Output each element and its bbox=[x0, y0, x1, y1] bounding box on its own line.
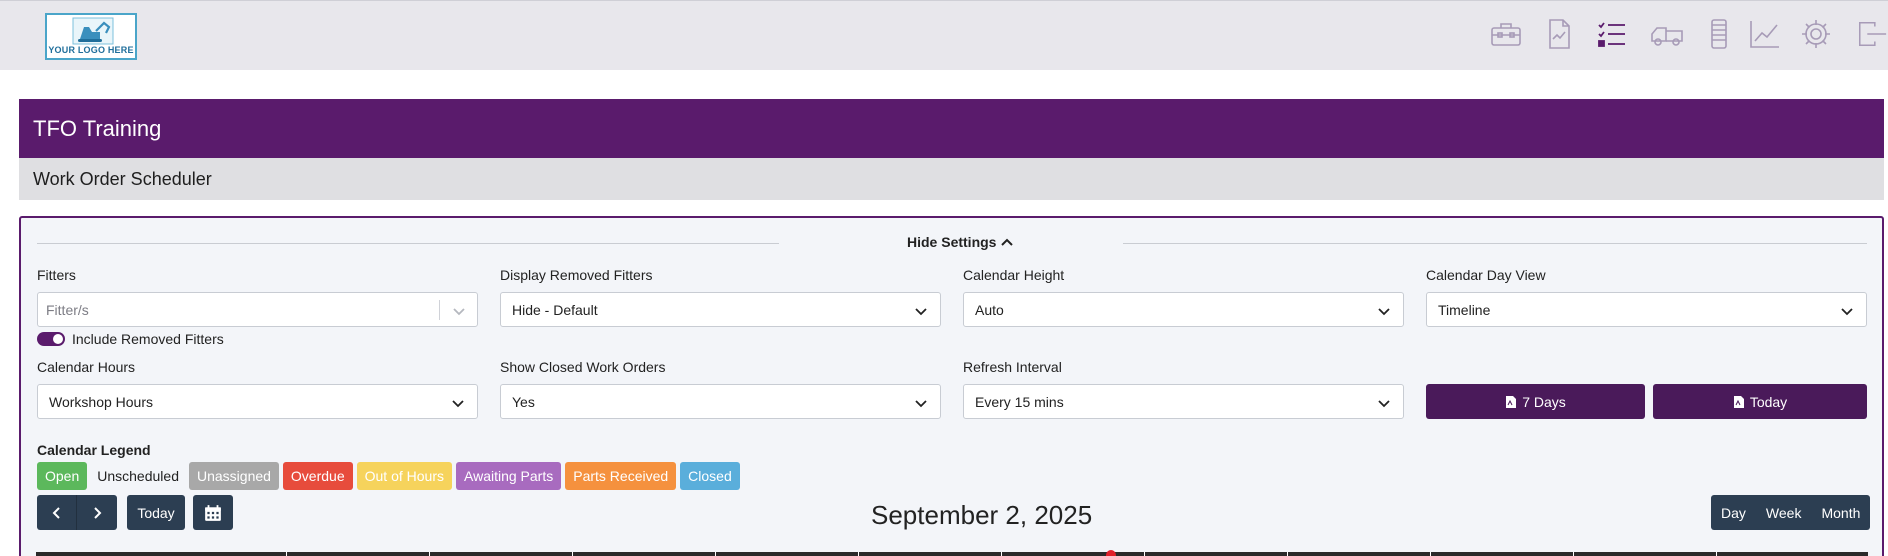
date-picker-button[interactable] bbox=[193, 495, 233, 530]
gear-icon[interactable] bbox=[1797, 17, 1835, 51]
column-divider bbox=[1716, 552, 1717, 556]
calendar-hours-label: Calendar Hours bbox=[37, 359, 136, 375]
separator bbox=[439, 300, 440, 320]
view-week-button[interactable]: Week bbox=[1756, 495, 1812, 530]
next-button[interactable] bbox=[77, 495, 117, 530]
logout-icon[interactable] bbox=[1856, 17, 1888, 51]
hide-settings-label: Hide Settings bbox=[907, 234, 997, 250]
display-removed-select[interactable]: Hide - Default bbox=[500, 292, 941, 327]
legend-badge-awaiting-parts: Awaiting Parts bbox=[456, 462, 562, 490]
calendar-date-title: September 2, 2025 bbox=[871, 500, 1093, 530]
pdf-today-label: Today bbox=[1749, 393, 1788, 410]
chart-icon[interactable] bbox=[1746, 17, 1784, 51]
pdf-today-button[interactable]: Today bbox=[1653, 384, 1867, 419]
chevron-down-icon bbox=[915, 400, 927, 408]
prev-next-group bbox=[37, 495, 117, 530]
pdf-file-icon bbox=[1506, 395, 1517, 408]
column-divider bbox=[1001, 552, 1002, 556]
calendar-day-view-value: Timeline bbox=[1438, 302, 1491, 318]
refresh-interval-select[interactable]: Every 15 mins bbox=[963, 384, 1404, 419]
include-removed-label: Include Removed Fitters bbox=[72, 331, 224, 347]
column-divider bbox=[1573, 552, 1574, 556]
hide-settings-row: Hide Settings bbox=[37, 232, 1867, 252]
calendar-hours-select[interactable]: Workshop Hours bbox=[37, 384, 478, 419]
refresh-interval-value: Every 15 mins bbox=[975, 394, 1064, 410]
logo-text: YOUR LOGO HERE bbox=[48, 45, 134, 55]
calendar-header-strip bbox=[36, 550, 1868, 556]
toolbox-icon[interactable] bbox=[1487, 17, 1525, 51]
calendar-icon bbox=[205, 504, 221, 521]
divider bbox=[1123, 243, 1867, 244]
fitters-label: Fitters bbox=[37, 267, 76, 283]
calendar-legend-title: Calendar Legend bbox=[37, 442, 151, 458]
column-divider bbox=[286, 552, 287, 556]
page-title-bar: TFO Training bbox=[19, 99, 1884, 158]
pdf-7-days-label: 7 Days bbox=[1522, 393, 1566, 410]
excavator-logo-icon bbox=[72, 17, 114, 45]
device-icon[interactable] bbox=[1700, 17, 1738, 51]
calendar-view-switcher: Day Week Month bbox=[1711, 495, 1871, 530]
calendar-hours-value: Workshop Hours bbox=[49, 394, 154, 410]
column-divider bbox=[1144, 552, 1145, 556]
fitters-select[interactable]: Fitter/s bbox=[37, 292, 478, 327]
refresh-interval-label: Refresh Interval bbox=[963, 359, 1062, 375]
truck-icon[interactable] bbox=[1648, 17, 1686, 51]
page-title: TFO Training bbox=[33, 116, 162, 141]
view-month-button[interactable]: Month bbox=[1811, 495, 1870, 530]
column-divider bbox=[1287, 552, 1288, 556]
prev-button[interactable] bbox=[37, 495, 77, 530]
legend-badge-out-of-hours: Out of Hours bbox=[356, 462, 452, 490]
today-button-label: Today bbox=[137, 504, 175, 521]
fitters-placeholder: Fitter/s bbox=[46, 302, 89, 318]
legend-badge-unscheduled: Unscheduled bbox=[97, 468, 179, 484]
chevron-down-icon bbox=[1841, 308, 1853, 316]
chevron-up-icon bbox=[1001, 238, 1014, 246]
chevron-down-icon bbox=[915, 308, 927, 316]
show-closed-label: Show Closed Work Orders bbox=[500, 359, 666, 375]
column-divider bbox=[429, 552, 430, 556]
chevron-right-icon bbox=[94, 506, 102, 519]
current-time-indicator bbox=[1106, 550, 1116, 556]
checklist-icon[interactable] bbox=[1593, 17, 1631, 51]
display-removed-value: Hide - Default bbox=[512, 302, 598, 318]
show-closed-select[interactable]: Yes bbox=[500, 384, 941, 419]
legend-badge-unassigned: Unassigned bbox=[188, 462, 279, 490]
chevron-down-icon bbox=[1378, 400, 1390, 408]
today-button[interactable]: Today bbox=[127, 495, 185, 530]
display-removed-label: Display Removed Fitters bbox=[500, 267, 653, 283]
pdf-file-icon bbox=[1733, 395, 1744, 408]
company-logo[interactable]: YOUR LOGO HERE bbox=[45, 13, 137, 60]
toggle-knob bbox=[53, 334, 63, 344]
show-closed-value: Yes bbox=[512, 394, 535, 410]
column-divider bbox=[1430, 552, 1431, 556]
legend-badge-closed: Closed bbox=[680, 462, 740, 490]
calendar-height-value: Auto bbox=[975, 302, 1004, 318]
column-divider bbox=[858, 552, 859, 556]
chevron-down-icon bbox=[452, 400, 464, 408]
page-subtitle-bar: Work Order Scheduler bbox=[19, 158, 1884, 200]
chevron-down-icon bbox=[453, 308, 465, 316]
pdf-7-days-button[interactable]: 7 Days bbox=[1426, 384, 1645, 419]
top-bar: YOUR LOGO HERE bbox=[0, 0, 1888, 70]
hide-settings-toggle[interactable]: Hide Settings bbox=[907, 234, 1014, 250]
calendar-height-select[interactable]: Auto bbox=[963, 292, 1404, 327]
calendar-day-view-label: Calendar Day View bbox=[1426, 267, 1546, 283]
page-subtitle: Work Order Scheduler bbox=[33, 169, 212, 189]
divider bbox=[37, 243, 779, 244]
legend-badge-open: Open bbox=[37, 462, 88, 490]
calendar-day-view-select[interactable]: Timeline bbox=[1426, 292, 1867, 327]
view-day-button[interactable]: Day bbox=[1711, 495, 1756, 530]
chevron-down-icon bbox=[1378, 308, 1390, 316]
chevron-left-icon bbox=[52, 506, 60, 519]
include-removed-toggle[interactable] bbox=[37, 332, 65, 346]
settings-panel: Hide Settings Fitters Display Removed Fi… bbox=[19, 216, 1884, 556]
legend-badge-overdue: Overdue bbox=[282, 462, 353, 490]
column-divider bbox=[572, 552, 573, 556]
document-icon[interactable] bbox=[1540, 17, 1578, 51]
legend-badge-parts-received: Parts Received bbox=[565, 462, 677, 490]
calendar-height-label: Calendar Height bbox=[963, 267, 1065, 283]
calendar-legend: Open Unscheduled Unassigned Overdue Out of H… bbox=[37, 462, 740, 490]
column-divider bbox=[715, 552, 716, 556]
